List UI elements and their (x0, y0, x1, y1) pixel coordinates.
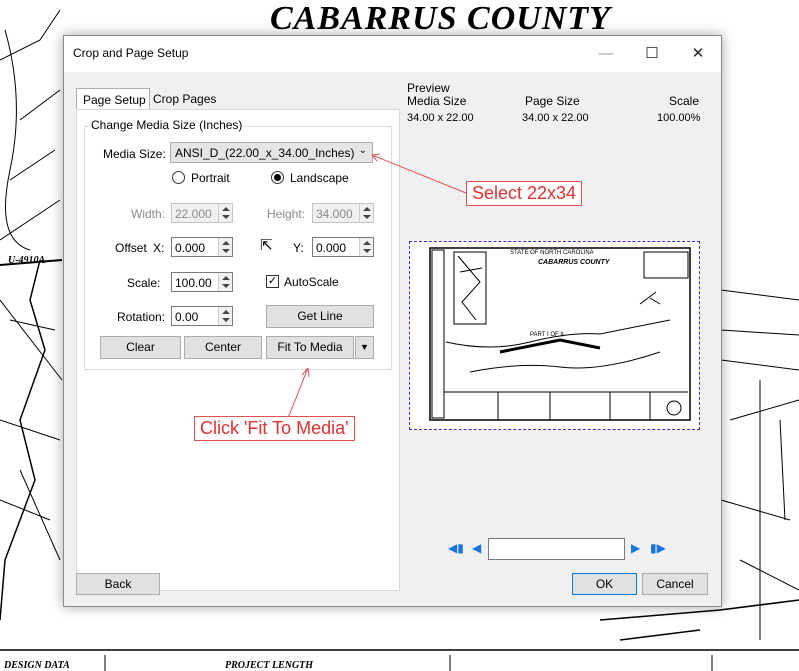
annotation-select-22x34: Select 22x34 (466, 181, 583, 206)
annotation-arrows (287, 153, 467, 419)
annotation-click-fit-to-media: Click 'Fit To Media' (194, 416, 355, 441)
